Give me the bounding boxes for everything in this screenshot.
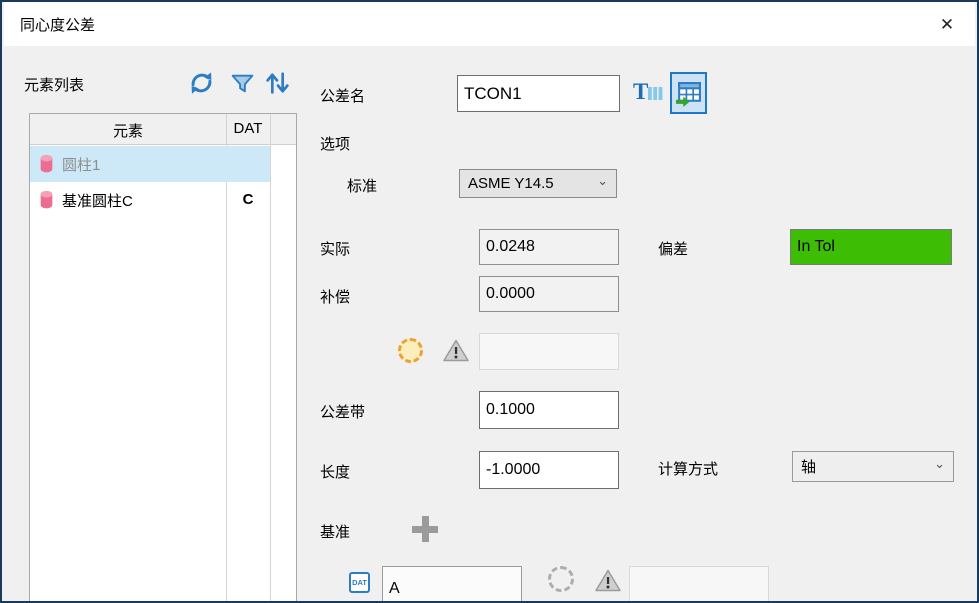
deviation-label: 偏差	[658, 238, 688, 259]
length-label: 长度	[320, 461, 350, 482]
compensation-value-field	[479, 276, 619, 312]
warning-icon	[443, 338, 469, 368]
actual-value-field	[479, 229, 619, 265]
tolerance-zone-input[interactable]	[479, 391, 619, 429]
material-condition-icon[interactable]	[548, 566, 574, 592]
datum-input[interactable]	[382, 566, 522, 603]
standard-label: 标准	[347, 175, 377, 196]
dat-badge-icon: DAT	[349, 572, 370, 593]
calc-method-label: 计算方式	[658, 458, 718, 479]
tolerance-name-input[interactable]	[457, 75, 620, 112]
column-header-element[interactable]: 元素	[30, 120, 226, 141]
chevron-down-icon: ⌄	[934, 459, 945, 469]
filter-icon[interactable]	[230, 71, 255, 101]
add-datum-icon[interactable]	[412, 516, 438, 542]
concentricity-tolerance-dialog: 同心度公差 ✕ 元素列表 元素 DAT	[0, 0, 979, 603]
calc-method-dropdown[interactable]: 轴 ⌄	[792, 451, 954, 482]
element-table-header: 元素 DAT	[30, 114, 296, 145]
title-bar: 同心度公差 ✕	[4, 2, 975, 46]
tolerance-zone-label: 公差带	[320, 401, 365, 422]
element-name: 圆柱1	[62, 154, 100, 175]
column-header-dat[interactable]: DAT	[226, 120, 270, 137]
datum-aux-field	[629, 566, 769, 603]
datum-label: 基准	[320, 521, 350, 542]
actual-label: 实际	[320, 238, 350, 259]
svg-text:T: T	[633, 79, 648, 104]
dialog-title: 同心度公差	[20, 14, 95, 35]
sort-icon[interactable]	[263, 68, 292, 103]
standard-value: ASME Y14.5	[468, 175, 554, 192]
cylinder-icon	[38, 190, 55, 210]
compensation-label: 补偿	[320, 286, 350, 307]
material-condition-icon[interactable]	[398, 338, 423, 363]
warning-icon	[595, 568, 621, 598]
length-input[interactable]	[479, 451, 619, 489]
deviation-status-badge: In Tol	[790, 229, 952, 265]
standard-dropdown[interactable]: ASME Y14.5 ⌄	[459, 169, 617, 198]
send-to-report-button[interactable]	[670, 72, 707, 114]
tolerance-name-label: 公差名	[320, 85, 365, 106]
column-divider	[270, 114, 271, 603]
aux-value-field	[479, 333, 619, 370]
element-list-title: 元素列表	[24, 74, 84, 95]
text-label-icon[interactable]: T	[632, 79, 663, 112]
options-label: 选项	[320, 133, 350, 154]
close-icon[interactable]: ✕	[931, 10, 963, 40]
calc-method-value: 轴	[801, 456, 816, 477]
datum-letter-cell: C	[226, 191, 270, 208]
cylinder-icon	[38, 154, 55, 174]
element-name: 基准圆柱C	[62, 190, 133, 211]
element-table: 元素 DAT 圆柱1 基准圆柱C C	[29, 113, 297, 603]
table-arrow-icon	[675, 80, 702, 107]
refresh-icon[interactable]	[188, 69, 215, 102]
chevron-down-icon: ⌄	[597, 176, 608, 186]
table-row[interactable]: 圆柱1	[30, 146, 270, 182]
